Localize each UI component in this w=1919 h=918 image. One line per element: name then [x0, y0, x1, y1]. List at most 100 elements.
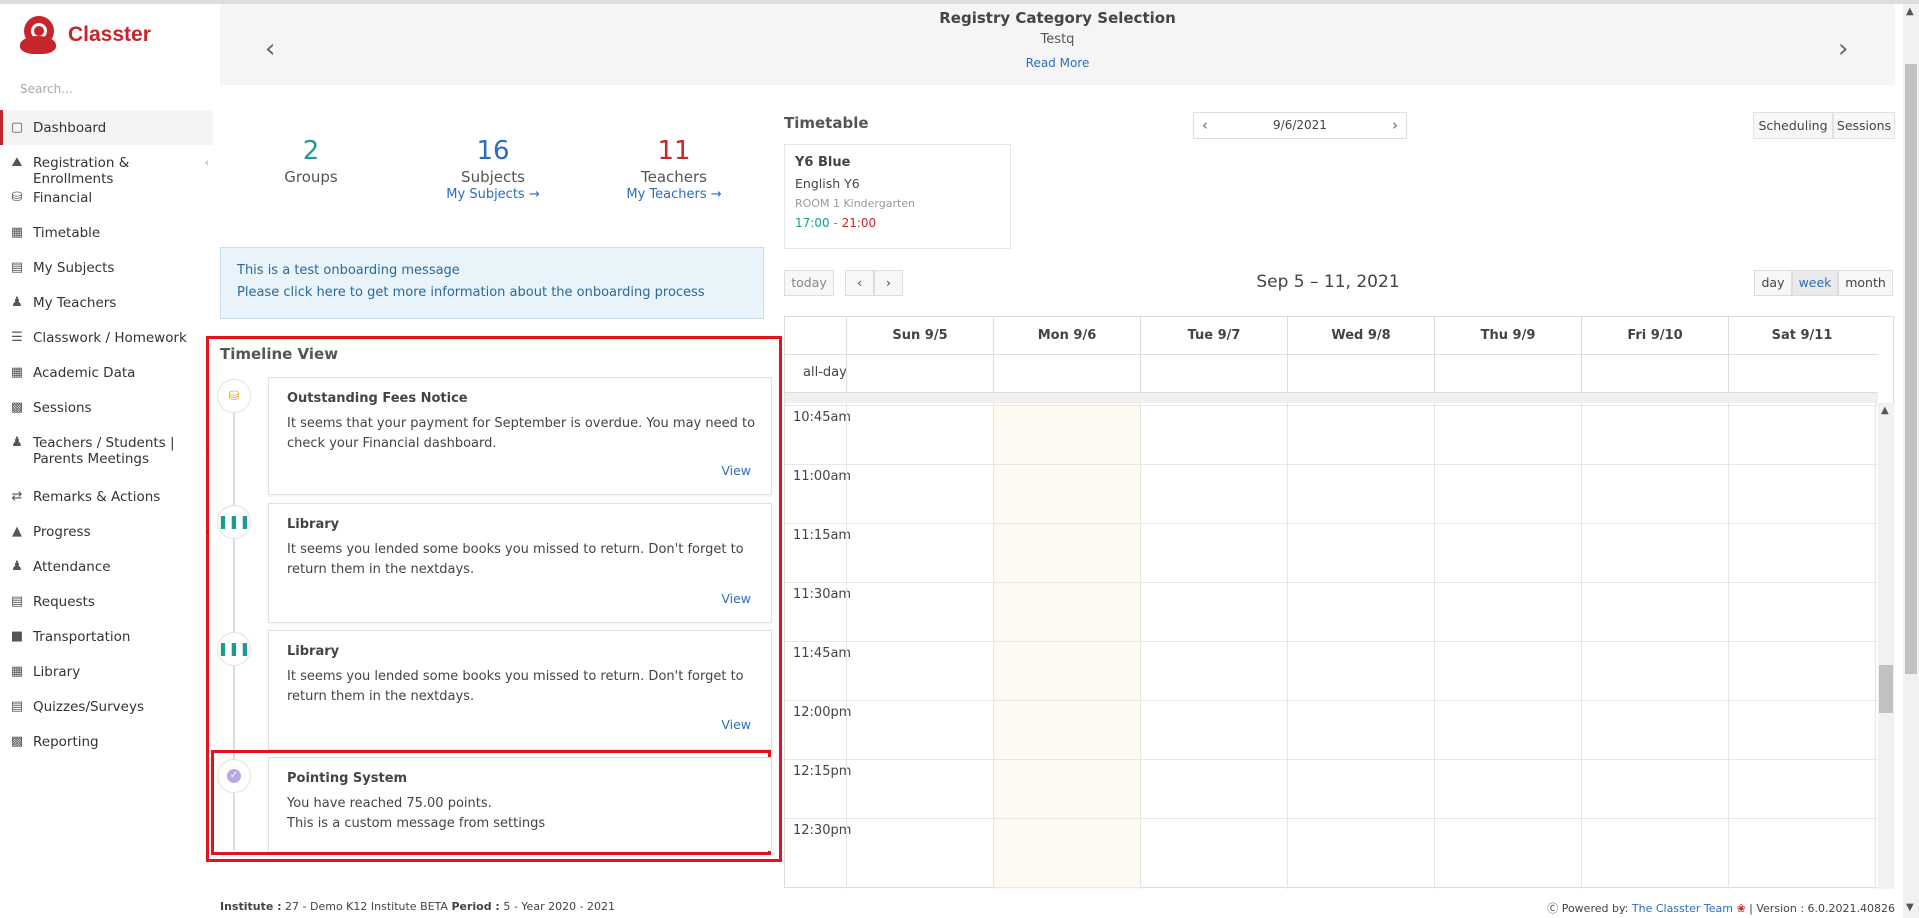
period-label: Period :	[451, 900, 500, 913]
classter-small-logo-icon: ❀	[1736, 902, 1746, 915]
sidebar-item-transportation[interactable]: ■ Transportation	[0, 619, 213, 654]
checklist-icon: ▤	[10, 699, 24, 714]
calendar-next-button[interactable]: ›	[874, 270, 903, 296]
timeline-dot: ❚❚❚	[217, 632, 251, 666]
timeline-card-fees: Outstanding Fees Notice It seems that yo…	[268, 377, 772, 495]
timeline-title: Timeline View	[220, 345, 339, 363]
column-divider	[846, 403, 847, 889]
all-day-cell[interactable]	[1434, 355, 1581, 393]
footer-info: Institute : 27 - Demo K12 Institute BETA…	[220, 900, 615, 913]
day-header: Fri 9/10	[1581, 317, 1728, 355]
sidebar-item-my-subjects[interactable]: ▤ My Subjects	[0, 250, 213, 285]
scroll-up-icon[interactable]: ▲	[1906, 6, 1914, 17]
sidebar-item-financial[interactable]: ⛁ Financial	[0, 180, 213, 215]
time-slot-row[interactable]: 11:00am	[785, 464, 1878, 523]
sidebar-item-library[interactable]: ▦ Library ‹	[0, 654, 213, 689]
all-day-cell[interactable]	[1581, 355, 1728, 393]
sidebar-item-label: Remarks & Actions	[33, 489, 161, 505]
sidebar-item-sessions[interactable]: ▩ Sessions ‹	[0, 390, 213, 425]
day-header: Sun 9/5	[846, 317, 993, 355]
view-link[interactable]: View	[721, 717, 751, 732]
period-value: 5 - Year 2020 - 2021	[499, 900, 616, 913]
sessions-button[interactable]: Sessions	[1833, 112, 1895, 139]
onboarding-message[interactable]: This is a test onboarding message Please…	[220, 247, 764, 319]
scheduling-button[interactable]: Scheduling	[1753, 112, 1833, 139]
app-name: Classter	[68, 23, 151, 46]
lesson-sep: -	[829, 216, 842, 230]
card-body: It seems that your payment for September…	[287, 416, 756, 451]
sidebar-item-academic-data[interactable]: ▦ Academic Data	[0, 355, 213, 390]
timeline-dot: ✓	[217, 759, 251, 793]
column-divider	[1728, 403, 1729, 889]
sidebar-item-attendance[interactable]: ♟ Attendance	[0, 549, 213, 584]
sidebar-item-timetable[interactable]: ▦ Timetable	[0, 215, 213, 250]
sidebar-item-reporting[interactable]: ▩ Reporting	[0, 724, 213, 759]
chevron-left-icon[interactable]: ‹	[205, 156, 209, 169]
time-slot-row[interactable]: 11:45am	[785, 641, 1878, 700]
sidebar-item-label: Financial	[33, 190, 93, 206]
stat-label: Groups	[284, 168, 338, 186]
time-slots[interactable]: 10:45am 11:00am 11:15am 11:30am 11:45am 12:00…	[785, 403, 1878, 889]
today-button[interactable]: today	[784, 270, 834, 296]
sidebar-item-label: Library	[33, 664, 81, 680]
calendar-prev-button[interactable]: ‹	[845, 270, 874, 296]
graduation-cap-icon: ▲	[12, 524, 22, 539]
onboarding-info-link[interactable]: Please click here to get more informatio…	[237, 282, 747, 304]
all-day-cell[interactable]	[846, 355, 993, 393]
time-slot-row[interactable]: 12:15pm	[785, 759, 1878, 818]
my-teachers-link[interactable]: My Teachers →	[604, 187, 744, 202]
date-next-button[interactable]: ›	[1392, 113, 1398, 138]
day-header: Tue 9/7	[1140, 317, 1287, 355]
sidebar-item-quizzes-surveys[interactable]: ▤ Quizzes/Surveys	[0, 689, 213, 724]
sidebar-item-classwork-homework[interactable]: ☰ Classwork / Homework	[0, 320, 213, 355]
scroll-up-icon[interactable]: ▲	[1881, 405, 1889, 416]
calendar-range: Sep 5 – 11, 2021	[1256, 272, 1400, 292]
sidebar-nav: ▢ Dashboard ⛰ Registration & Enrollments ‹ ⛁ F…	[0, 110, 213, 759]
week-view-button[interactable]: week	[1792, 270, 1838, 296]
version-text: | Version : 6.0.2021.40826	[1745, 902, 1895, 915]
sidebar-item-my-teachers[interactable]: ♟ My Teachers	[0, 285, 213, 320]
week-calendar: Sun 9/5 Mon 9/6 Tue 9/7 Wed 9/8 Thu 9/9 Fri 9…	[784, 316, 1894, 889]
books-icon: ❚❚❚	[217, 514, 251, 530]
time-slot-row[interactable]: 10:45am	[785, 405, 1878, 464]
day-view-button[interactable]: day	[1754, 270, 1792, 296]
sidebar-item-remarks-actions[interactable]: ⇄ Remarks & Actions	[0, 479, 213, 514]
time-slot-row[interactable]: 11:15am	[785, 523, 1878, 582]
time-slot-row[interactable]: 11:30am	[785, 582, 1878, 641]
sidebar-item-label: My Subjects	[33, 260, 115, 276]
document-icon: ▤	[10, 594, 24, 609]
scroll-thumb[interactable]	[1879, 665, 1893, 713]
scroll-thumb[interactable]	[1905, 64, 1917, 674]
sidebar-item-dashboard[interactable]: ▢ Dashboard	[0, 110, 213, 145]
month-view-button[interactable]: month	[1838, 270, 1893, 296]
all-day-cell[interactable]	[993, 355, 1140, 393]
date-picker[interactable]: ‹ 9/6/2021 ›	[1193, 112, 1407, 139]
all-day-cell[interactable]	[1728, 355, 1875, 393]
my-subjects-link[interactable]: My Subjects →	[423, 187, 563, 202]
date-prev-button[interactable]: ‹	[1202, 113, 1208, 138]
all-day-cell[interactable]	[1287, 355, 1434, 393]
view-link[interactable]: View	[721, 463, 751, 478]
sidebar-item-registration-enrollments[interactable]: ⛰ Registration & Enrollments ‹	[0, 145, 213, 187]
institute-value: 27 - Demo K12 Institute BETA	[281, 900, 452, 913]
lesson-start: 17:00	[795, 216, 830, 230]
sidebar-item-teachers-students-parents-meetings[interactable]: ♟ Teachers / Students | Parents Meetings ‹	[0, 425, 213, 479]
banner-next-button[interactable]: ›	[1838, 34, 1848, 64]
logo[interactable]: Classter	[18, 14, 151, 56]
classter-team-link[interactable]: The Classter Team	[1632, 902, 1733, 915]
lesson-card[interactable]: Y6 Blue English Y6 ROOM 1 Kindergarten 1…	[784, 144, 1011, 249]
bus-icon: ■	[10, 629, 24, 644]
sidebar-item-label: Requests	[33, 594, 95, 610]
time-label: 12:15pm	[793, 764, 852, 779]
search-input[interactable]: Search...	[20, 82, 73, 96]
banner-read-more-link[interactable]: Read More	[220, 56, 1895, 70]
view-link[interactable]: View	[721, 591, 751, 606]
all-day-cell[interactable]	[1140, 355, 1287, 393]
sidebar-item-requests[interactable]: ▤ Requests	[0, 584, 213, 619]
page-scrollbar[interactable]: ▲ ▼	[1903, 4, 1919, 918]
time-slot-row[interactable]: 12:30pm	[785, 818, 1878, 877]
calendar-scrollbar[interactable]: ▲	[1878, 403, 1894, 889]
scroll-down-icon[interactable]: ▼	[1906, 902, 1914, 913]
time-slot-row[interactable]: 12:00pm	[785, 700, 1878, 759]
sidebar-item-progress[interactable]: ▲ Progress ‹	[0, 514, 213, 549]
